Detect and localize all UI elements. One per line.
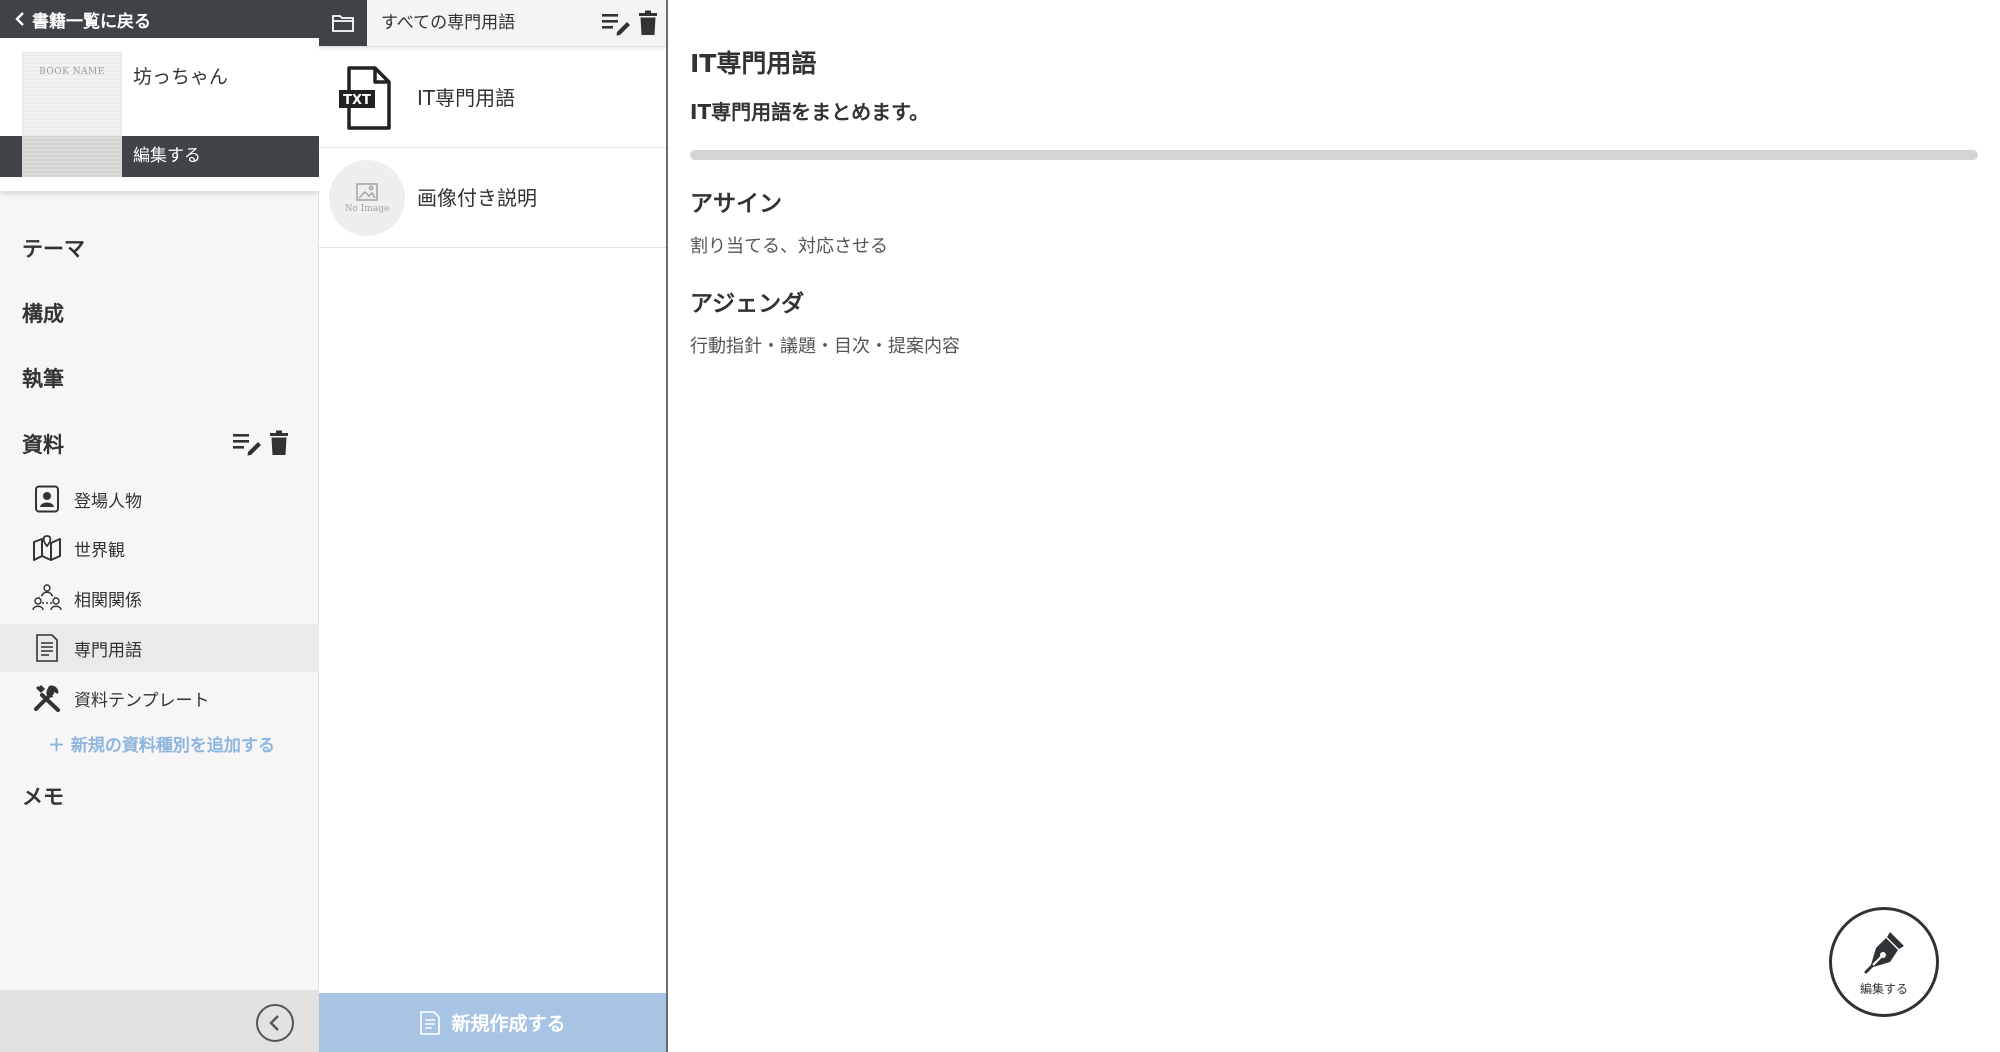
trash-icon[interactable] bbox=[637, 10, 659, 36]
new-create-button[interactable]: 新規作成する bbox=[319, 993, 666, 1052]
sidebar-item-label: 登場人物 bbox=[74, 491, 142, 512]
term-name: アサイン bbox=[690, 191, 782, 217]
sidebar-item-label: 相関関係 bbox=[74, 590, 142, 611]
edit-fab-button[interactable]: 編集する bbox=[1829, 907, 1939, 1017]
add-material-type-link[interactable]: ＋ 新規の資料種別を追加する bbox=[48, 731, 275, 756]
edit-fab-label: 編集する bbox=[1859, 981, 1908, 996]
book-edit-button[interactable]: 編集する bbox=[133, 136, 201, 177]
sidebar-item-relationships[interactable]: 相関関係 bbox=[0, 574, 319, 622]
character-card-icon bbox=[32, 484, 62, 514]
image-icon bbox=[356, 182, 378, 201]
list-actions bbox=[601, 10, 659, 36]
map-icon bbox=[32, 533, 62, 563]
document-description: IT専門用語をまとめます。 bbox=[690, 100, 930, 124]
materials-actions bbox=[232, 430, 290, 456]
list-item[interactable]: No Image 画像付き説明 bbox=[319, 148, 666, 248]
glossary-document-icon bbox=[32, 633, 62, 663]
nav-memo[interactable]: メモ bbox=[22, 781, 64, 811]
edit-list-icon[interactable] bbox=[601, 10, 631, 36]
edit-list-icon[interactable] bbox=[232, 430, 262, 456]
tools-icon bbox=[32, 683, 62, 713]
nav-theme[interactable]: テーマ bbox=[22, 233, 85, 263]
nav-materials[interactable]: 資料 bbox=[22, 429, 64, 459]
document-title: IT専門用語 bbox=[690, 49, 817, 78]
sidebar-item-world[interactable]: 世界観 bbox=[0, 524, 319, 572]
term-description: 行動指針・議題・目次・提案内容 bbox=[690, 336, 960, 357]
book-title: 坊っちゃん bbox=[133, 66, 229, 88]
term-name: アジェンダ bbox=[690, 291, 805, 317]
folder-button[interactable] bbox=[319, 0, 367, 46]
sidebar-item-label: 資料テンプレート bbox=[74, 690, 210, 711]
back-to-books-link[interactable]: 書籍一覧に戻る bbox=[0, 0, 319, 38]
fountain-pen-icon bbox=[1860, 928, 1908, 976]
txt-file-icon: TXT bbox=[329, 60, 405, 136]
nav-writing[interactable]: 執筆 bbox=[22, 363, 64, 393]
book-card: BOOK NAME 坊っちゃん 編集する bbox=[0, 38, 319, 191]
list-item-label: IT専門用語 bbox=[417, 86, 516, 110]
new-document-icon bbox=[419, 1010, 441, 1036]
trash-icon[interactable] bbox=[268, 430, 290, 456]
sidebar-item-templates[interactable]: 資料テンプレート bbox=[0, 674, 319, 722]
book-cover-label: BOOK NAME bbox=[39, 67, 105, 77]
chevron-left-icon bbox=[268, 1014, 282, 1032]
sidebar-item-characters[interactable]: 登場人物 bbox=[0, 475, 319, 523]
list-item[interactable]: TXT IT専門用語 bbox=[319, 48, 666, 148]
svg-text:TXT: TXT bbox=[343, 93, 371, 108]
list-item-label: 画像付き説明 bbox=[417, 186, 537, 210]
relationship-icon bbox=[32, 583, 62, 613]
new-create-label: 新規作成する bbox=[451, 1013, 566, 1035]
sidebar: 書籍一覧に戻る BOOK NAME 坊っちゃん 編集する テーマ 構成 執筆 資… bbox=[0, 0, 319, 1052]
no-image-text: No Image bbox=[344, 203, 390, 214]
back-link-label: 書籍一覧に戻る bbox=[32, 11, 151, 32]
collapse-sidebar-button[interactable] bbox=[256, 1004, 294, 1042]
list-header: すべての専門用語 bbox=[319, 0, 666, 47]
sidebar-footer bbox=[0, 990, 319, 1052]
sidebar-item-label: 専門用語 bbox=[74, 640, 142, 661]
sidebar-item-label: 世界観 bbox=[74, 540, 125, 561]
main-content: IT専門用語 IT専門用語をまとめます。 アサイン 割り当てる、対応させる アジ… bbox=[668, 0, 2000, 1052]
sidebar-item-glossary[interactable]: 専門用語 bbox=[0, 624, 319, 672]
nav-structure[interactable]: 構成 bbox=[22, 298, 64, 328]
chevron-left-icon bbox=[14, 11, 26, 27]
book-cover-strip bbox=[22, 136, 122, 177]
divider-bar bbox=[690, 150, 1978, 160]
book-edit-bar: 編集する bbox=[0, 136, 319, 177]
list-filter-label[interactable]: すべての専門用語 bbox=[381, 0, 515, 46]
term-description: 割り当てる、対応させる bbox=[690, 236, 888, 257]
folder-icon bbox=[331, 13, 355, 33]
no-image-placeholder: No Image bbox=[329, 160, 405, 236]
list-pane: すべての専門用語 TXT IT専門用語 No Image 画像付き説明 新規作成… bbox=[319, 0, 668, 1052]
